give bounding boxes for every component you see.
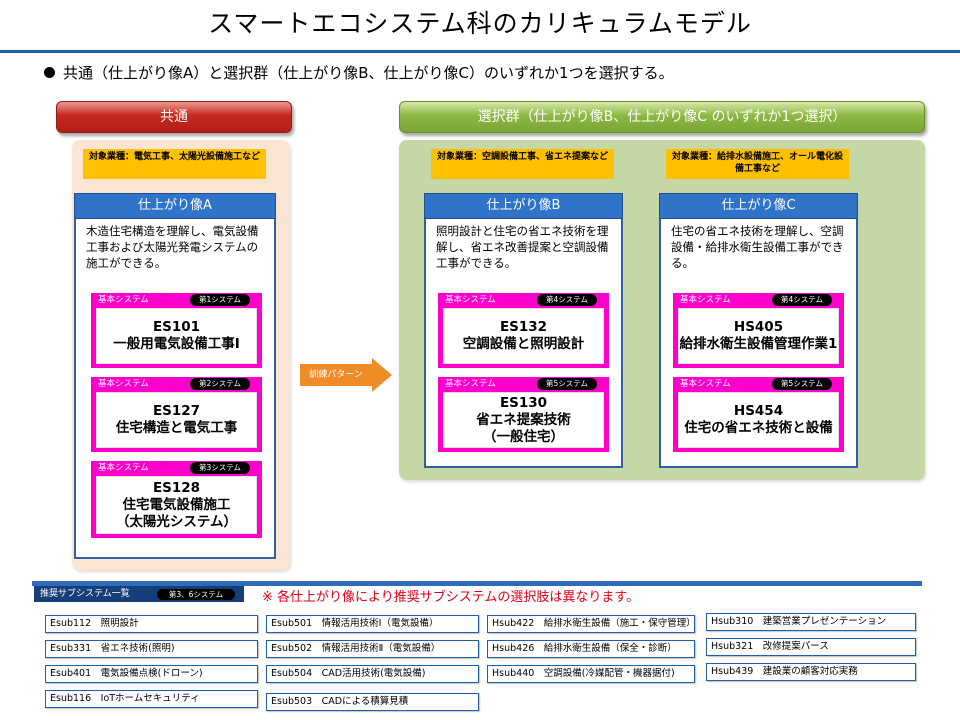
system-code: ES101 (152, 319, 201, 335)
subsystem-item: Hsub422 給排水衛生設備（施工・保守管理） (487, 615, 695, 633)
subsystem-item: Hsub440 空調設備(冷媒配管・機器据付) (487, 665, 695, 683)
image-b-header: 仕上がり像B (424, 193, 623, 219)
system-name-sub: （一般住宅） (483, 428, 564, 445)
system-code: ES132 (499, 319, 548, 335)
recommended-title: 推奨サブシステム一覧 (40, 589, 130, 599)
system-code: ES127 (152, 403, 201, 419)
subsystem-item: Hsub310 建築営業プレゼンテーション (706, 613, 916, 631)
system-number-badge: 第3システム (190, 462, 250, 474)
system-number-badge: 第5システム (772, 378, 832, 390)
system-block: 基本システム 第4システム HS405 給排水衛生設備管理作業1 (673, 293, 844, 368)
subsystem-item: Esub502 情報活用技術Ⅱ（電気設備） (266, 640, 479, 658)
system-category: 基本システム (445, 379, 496, 389)
system-number-badge: 第4システム (537, 294, 597, 306)
bullet-icon (44, 67, 55, 78)
system-name: 給排水衛生設備管理作業1 (679, 336, 838, 352)
system-block: 基本システム 第1システム ES101 一般用電気設備工事Ⅰ (91, 293, 262, 368)
subsystem-item: Esub116 IoTホームセキュリティ (45, 690, 258, 708)
image-b-column: 仕上がり像B 照明設計と住宅の省エネ技術を理解し、省エネ改善提案と空調設備工事が… (424, 193, 623, 468)
subsystem-item: Esub503 CADによる積算見積 (266, 693, 479, 711)
image-a-column: 仕上がり像A 木造住宅構造を理解し、電気設備工事および太陽光発電システムの施工が… (74, 193, 276, 559)
subsystem-item: Hsub321 改修提案パース (706, 638, 916, 656)
system-name: 空調設備と照明設計 (462, 336, 585, 352)
recommended-system-badge: 第3、6システム (157, 589, 235, 600)
image-b-description: 照明設計と住宅の省エネ技術を理解し、省エネ改善提案と空調設備工事ができる。 (436, 224, 609, 270)
system-block: 基本システム 第2システム ES127 住宅構造と電気工事 (91, 377, 262, 452)
image-a-description: 木造住宅構造を理解し、電気設備工事および太陽光発電システムの施工ができる。 (86, 224, 259, 270)
image-c-description: 住宅の省エネ技術を理解し、空調設備・給排水衛生設備工事ができる。 (671, 224, 844, 270)
system-number-badge: 第2システム (190, 378, 250, 390)
system-name: 省エネ提案技術 (476, 411, 571, 428)
subsystem-item: Esub501 情報活用技術Ⅰ（電気設備） (266, 615, 479, 633)
system-category: 基本システム (680, 295, 731, 305)
system-code: HS405 (733, 319, 784, 335)
subsystem-item: Esub504 CAD活用技術(電気設備) (266, 665, 479, 683)
title-underline (0, 50, 960, 53)
page-title: スマートエコシステム科のカリキュラムモデル (208, 9, 752, 38)
system-name-sub: （太陽光システム） (115, 513, 238, 530)
system-category: 基本システム (680, 379, 731, 389)
system-block: 基本システム 第5システム ES130 省エネ提案技術 （一般住宅） (438, 377, 609, 452)
system-category: 基本システム (98, 295, 149, 305)
target-industry-c: 対象業種：給排水設備施工、オール電化設備工事など (666, 149, 849, 179)
system-name: 住宅構造と電気工事 (115, 420, 238, 436)
system-category: 基本システム (98, 463, 149, 473)
subsystem-item: Esub331 省エネ技術(照明) (45, 640, 258, 658)
image-a-header: 仕上がり像A (74, 193, 276, 219)
intro-line: 共通（仕上がり像A）と選択群（仕上がり像B、仕上がり像C）のいずれか1つを選択す… (44, 62, 674, 84)
subsystem-item: Hsub426 給排水衛生設備（保全・診断） (487, 640, 695, 658)
target-industry-a: 対象業種：電気工事、太陽光設備施工など (83, 149, 266, 179)
system-number-badge: 第1システム (190, 294, 250, 306)
system-number-badge: 第5システム (537, 378, 597, 390)
subsystem-item: Esub401 電気設備点検(ドローン) (45, 665, 258, 683)
system-number-badge: 第4システム (772, 294, 832, 306)
system-name: 住宅電気設備施工 (122, 496, 231, 513)
common-header: 共通 (56, 101, 292, 133)
arrow-right-icon (372, 358, 392, 392)
system-category: 基本システム (98, 379, 149, 389)
training-pattern-label: 訓練パターン (309, 370, 363, 380)
subsystem-item: Esub112 照明設計 (45, 615, 258, 633)
image-c-column: 仕上がり像C 住宅の省エネ技術を理解し、空調設備・給排水衛生設備工事ができる。 … (659, 193, 858, 468)
select-group-header: 選択群（仕上がり像B、仕上がり像C のいずれか1つ選択） (399, 101, 925, 133)
system-block: 基本システム 第5システム HS454 住宅の省エネ技術と設備 (673, 377, 844, 452)
target-industry-b: 対象業種：空調設備工事、省エネ提案など (431, 149, 614, 179)
system-block: 基本システム 第4システム ES132 空調設備と照明設計 (438, 293, 609, 368)
system-block: 基本システム 第3システム ES128 住宅電気設備施工 （太陽光システム） (91, 461, 262, 538)
system-code: ES130 (499, 394, 548, 411)
system-category: 基本システム (445, 295, 496, 305)
recommended-note: ※ 各仕上がり像により推奨サブシステムの選択肢は異なります。 (262, 590, 640, 605)
subsystem-item: Hsub439 建設業の顧客対応実務 (706, 663, 916, 681)
image-c-header: 仕上がり像C (659, 193, 858, 219)
intro-text: 共通（仕上がり像A）と選択群（仕上がり像B、仕上がり像C）のいずれか1つを選択す… (63, 64, 674, 82)
system-name: 住宅の省エネ技術と設備 (684, 420, 833, 436)
system-code: ES128 (152, 479, 201, 496)
system-code: HS454 (733, 403, 784, 419)
system-name: 一般用電気設備工事Ⅰ (113, 336, 240, 352)
